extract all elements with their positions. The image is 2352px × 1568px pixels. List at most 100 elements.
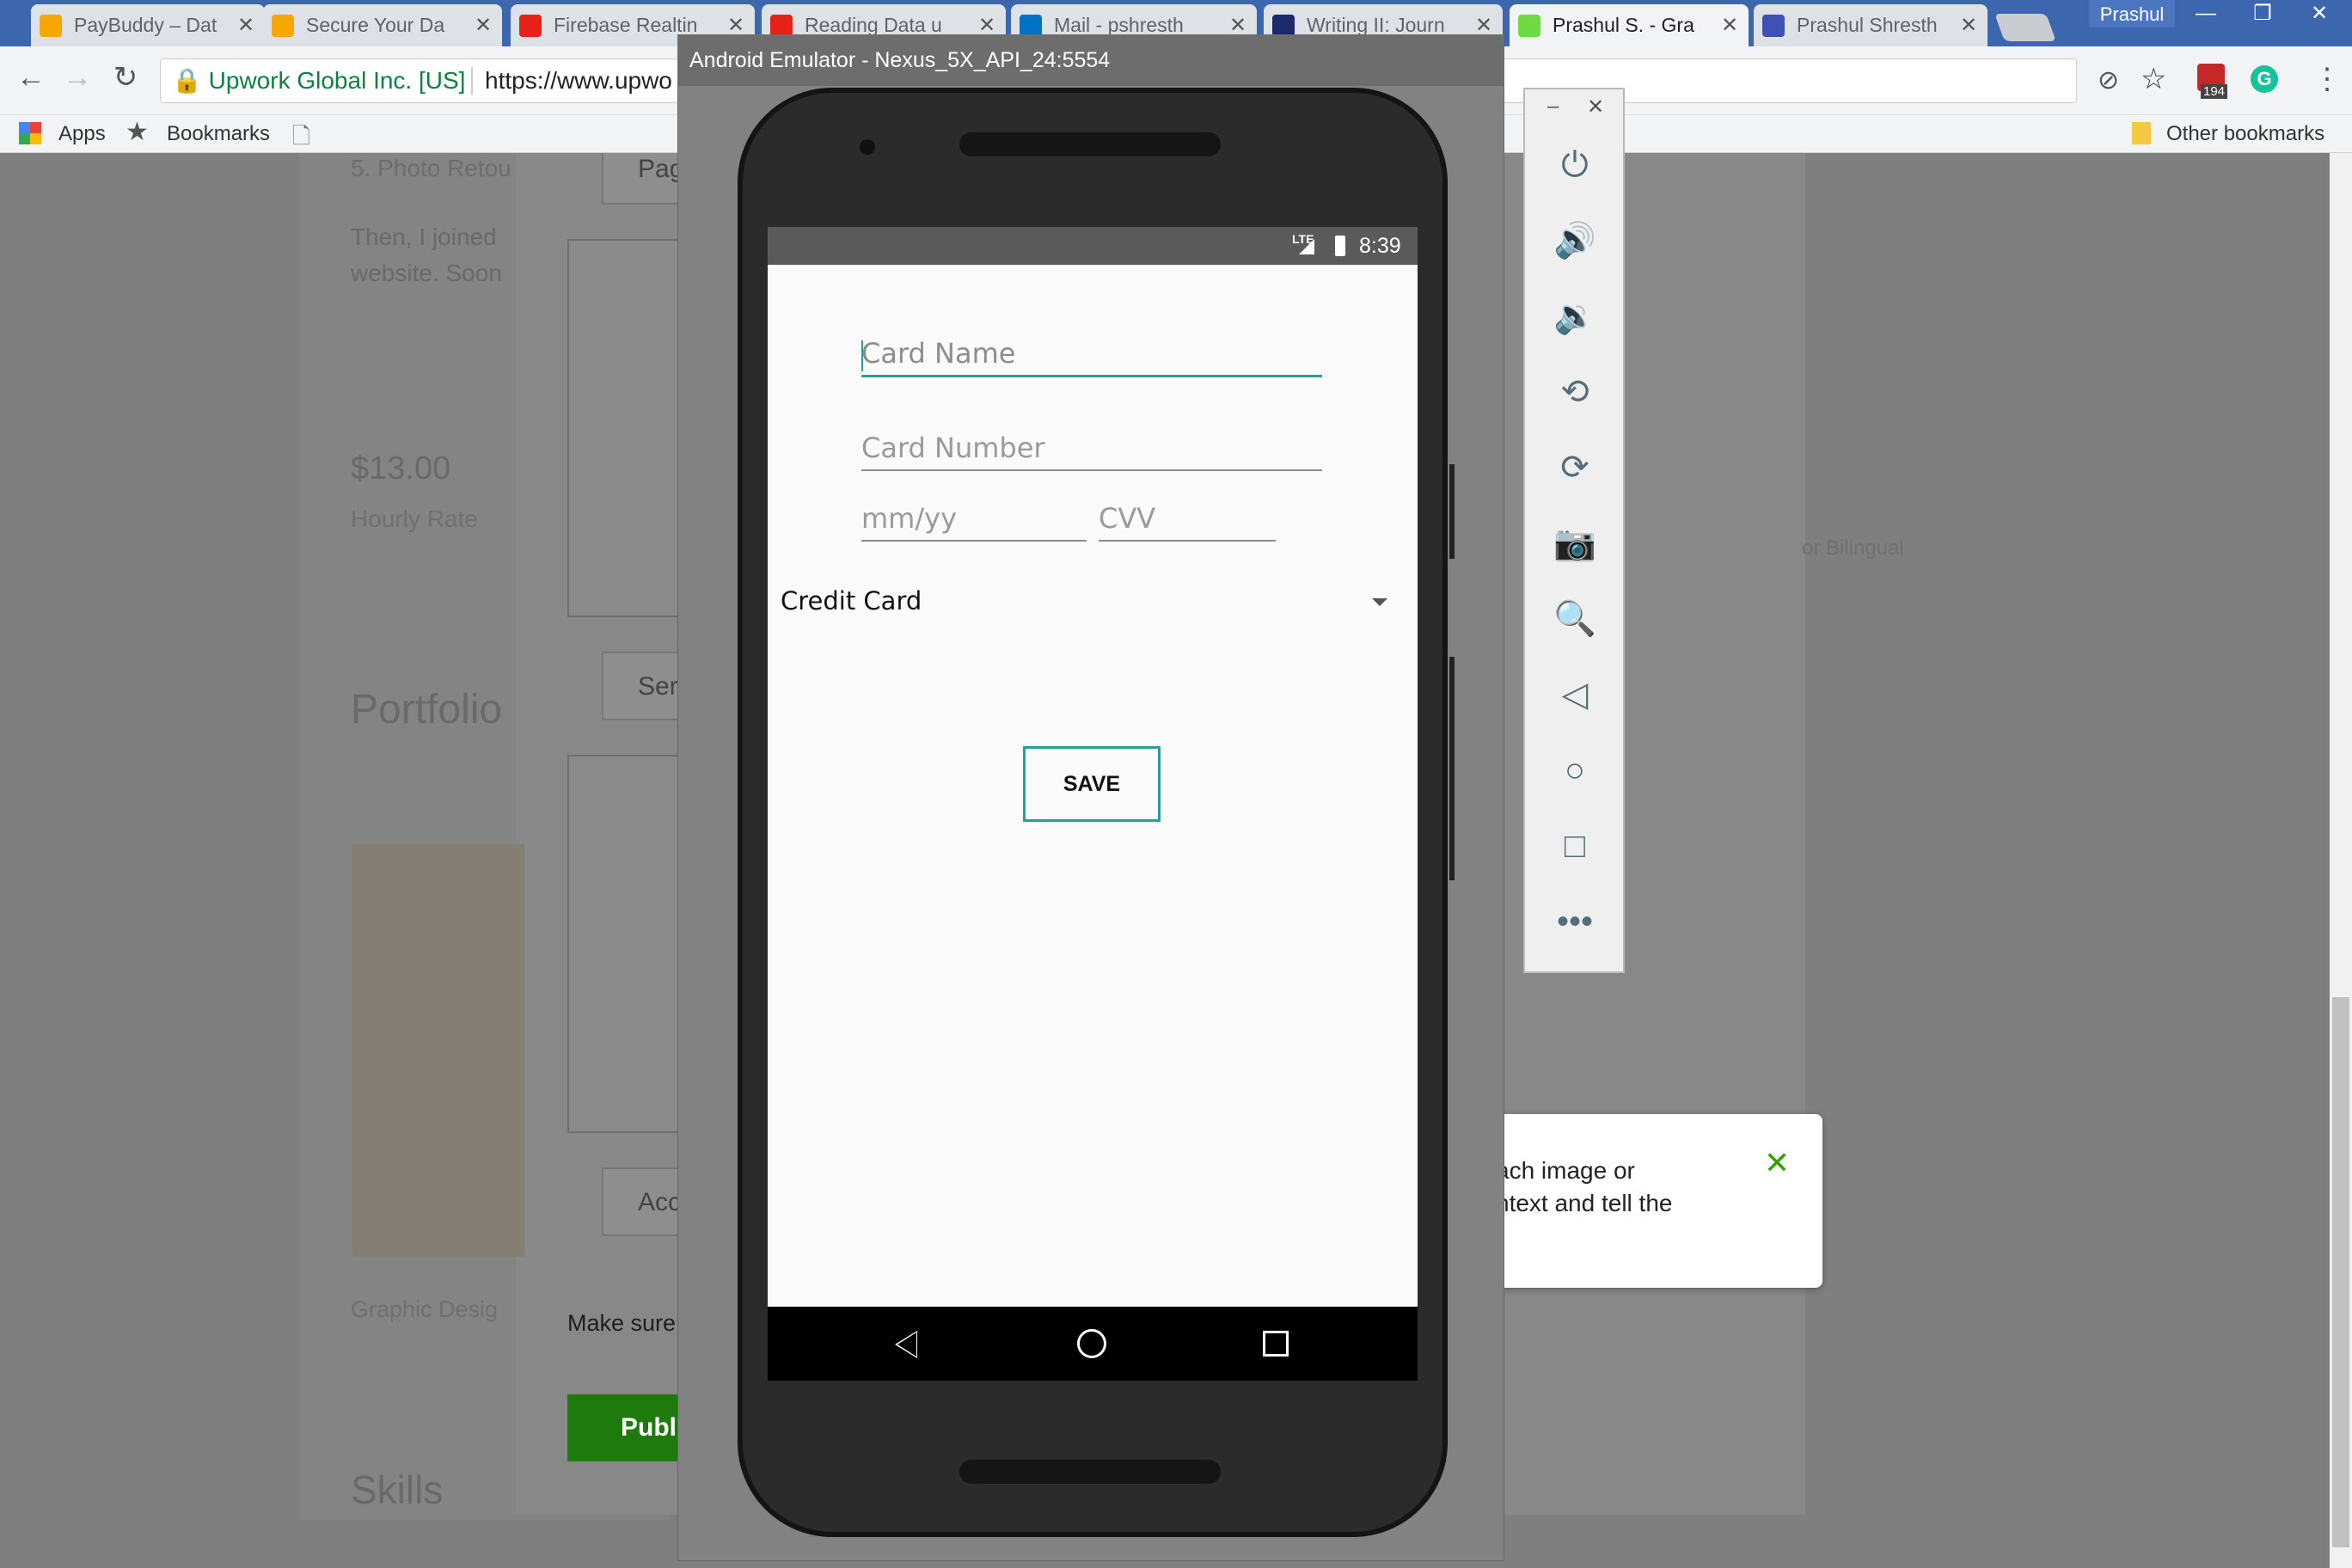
youtube-icon	[519, 14, 542, 37]
browser-tab[interactable]: Prashul Shresth ✕	[1754, 4, 1988, 46]
divider	[471, 67, 473, 95]
volume-down-icon[interactable]: 🔉	[1549, 291, 1601, 342]
bookmark-star-icon[interactable]: ☆	[2141, 62, 2166, 96]
journal-icon	[1272, 14, 1295, 37]
close-icon[interactable]: ✕	[1764, 1145, 1790, 1181]
more-icon[interactable]: •••	[1549, 896, 1601, 947]
photo-retouch-text: 5. Photo Retou	[351, 155, 511, 181]
reload-icon[interactable]: ↻	[107, 58, 144, 96]
menu-icon[interactable]: ⋮	[2312, 62, 2342, 96]
skills-heading: Skills	[351, 1467, 444, 1512]
front-camera	[860, 139, 875, 155]
earpiece-speaker	[959, 132, 1221, 156]
other-bookmarks-link[interactable]: Other bookmarks	[2166, 122, 2324, 146]
secure-label: Upwork Global Inc. [US]	[208, 67, 466, 94]
battery-icon	[1335, 236, 1345, 256]
power-icon[interactable]: ⏻	[1549, 139, 1601, 191]
tab-close-icon[interactable]: ✕	[1958, 13, 1979, 38]
lock-icon: 🔒	[172, 67, 202, 94]
apps-icon[interactable]	[19, 122, 41, 144]
make-sure-text: Make sure	[567, 1310, 677, 1336]
card-number-input[interactable]: Card Number	[861, 432, 1322, 471]
minimize-icon[interactable]: —	[2178, 0, 2233, 28]
outlook-icon	[1020, 14, 1042, 37]
volume-up-icon[interactable]: 🔊	[1549, 215, 1601, 266]
graphic-design-label: Graphic Desig	[351, 1296, 499, 1322]
emulator-title: Android Emulator - Nexus_5X_API_24:5554	[677, 34, 1504, 86]
power-key	[1449, 464, 1455, 559]
extension-badge: 194	[2201, 84, 2228, 99]
service-button[interactable]: Ser	[602, 652, 688, 720]
tab-close-icon[interactable]: ✕	[236, 13, 256, 38]
grammarly-icon[interactable]: G	[2251, 65, 2278, 93]
camera-icon[interactable]: 📷	[1549, 518, 1601, 569]
tab-title: Secure Your Da	[306, 14, 445, 36]
tab-title: Reading Data u	[805, 14, 942, 36]
back-icon-inner	[897, 1332, 916, 1357]
android-home-icon[interactable]	[1077, 1329, 1106, 1358]
volume-key	[1449, 657, 1455, 880]
apps-link[interactable]: Apps	[58, 122, 106, 146]
android-status-bar: LTE 8:39	[768, 227, 1418, 265]
dropdown-arrow-icon	[1372, 598, 1387, 606]
screenshot-thumbnail-2[interactable]	[567, 755, 679, 1133]
minimize-icon[interactable]: –	[1547, 95, 1559, 119]
tab-title: Prashul Shresth	[1797, 14, 1938, 36]
card-type-value: Credit Card	[781, 586, 922, 616]
rotate-right-icon[interactable]: ⟳	[1549, 442, 1601, 493]
site-icon	[1762, 14, 1785, 37]
secure-indicator: 🔒 Upwork Global Inc. [US]	[172, 64, 465, 98]
tab-title: Prashul S. - Gra	[1553, 14, 1694, 36]
back-icon[interactable]: ←	[12, 58, 50, 96]
restore-icon[interactable]: ❐	[2235, 0, 2290, 28]
tab-title: Mail - pshresth	[1054, 14, 1184, 36]
screenshot-thumbnail-1[interactable]	[567, 239, 679, 617]
bilingual-text: or Bilingual	[1802, 536, 1904, 560]
graphic-design-image[interactable]	[352, 844, 524, 1257]
new-tab-button[interactable]	[1994, 14, 2056, 41]
youtube-icon	[770, 14, 793, 37]
emulator-controls: – ✕ ⏻ 🔊 🔉 ⟲ ⟳ 📷 🔍 ◁ ○ □ •••	[1523, 88, 1625, 973]
expiry-input[interactable]: mm/yy	[861, 502, 1087, 542]
save-button[interactable]: SAVE	[1023, 746, 1161, 822]
android-nav-bar	[768, 1307, 1418, 1381]
zoom-icon[interactable]: 🔍	[1549, 593, 1601, 645]
scrollbar-thumb[interactable]	[2332, 997, 2349, 1547]
firebase-icon	[272, 14, 294, 37]
bottom-speaker	[959, 1460, 1221, 1484]
text-cursor	[861, 340, 863, 371]
profile-button[interactable]: Prashul	[2089, 0, 2175, 28]
rotate-left-icon[interactable]: ⟲	[1549, 366, 1601, 418]
publish-button[interactable]: Publ	[567, 1394, 688, 1461]
tip-line-1: ach image or	[1496, 1157, 1635, 1184]
url-text[interactable]: https://www.upwo	[485, 64, 672, 98]
browser-tab[interactable]: Secure Your Da ✕	[263, 4, 502, 46]
tip-line-2: ntext and tell the	[1496, 1190, 1673, 1216]
tab-close-icon[interactable]: ✕	[1719, 13, 1740, 38]
card-type-spinner[interactable]: Credit Card	[781, 586, 1400, 622]
para-line-1: Then, I joined	[351, 224, 497, 250]
browser-tab[interactable]: Prashul S. - Gra ✕	[1510, 4, 1749, 46]
tab-title: Firebase Realtin	[554, 14, 698, 36]
translate-icon[interactable]: ⊘	[2098, 65, 2119, 95]
firebase-icon	[40, 14, 62, 37]
card-name-input[interactable]: Card Name	[861, 337, 1322, 377]
accept-button[interactable]: Acc	[602, 1167, 688, 1236]
tab-title: PayBuddy – Dat	[74, 14, 217, 36]
android-recents-icon[interactable]	[1263, 1331, 1289, 1357]
browser-tab[interactable]: PayBuddy – Dat ✕	[31, 4, 265, 46]
status-time: 8:39	[1359, 234, 1401, 258]
tip-popup: ach image or ntext and tell the ✕	[1496, 1114, 1822, 1288]
folder-icon	[2132, 122, 2151, 144]
hourly-rate-label: Hourly Rate	[351, 505, 478, 532]
close-window-icon[interactable]: ✕	[2292, 0, 2347, 28]
forward-icon[interactable]: →	[58, 58, 96, 96]
portfolio-heading: Portfolio	[351, 687, 503, 732]
close-icon[interactable]: ✕	[1587, 95, 1604, 119]
cvv-input[interactable]: CVV	[1099, 502, 1276, 542]
tab-close-icon[interactable]: ✕	[473, 13, 493, 38]
overview-icon[interactable]: □	[1549, 820, 1601, 872]
back-icon[interactable]: ◁	[1549, 669, 1601, 720]
bookmarks-link[interactable]: Bookmarks	[167, 122, 270, 146]
home-icon[interactable]: ○	[1549, 744, 1601, 796]
